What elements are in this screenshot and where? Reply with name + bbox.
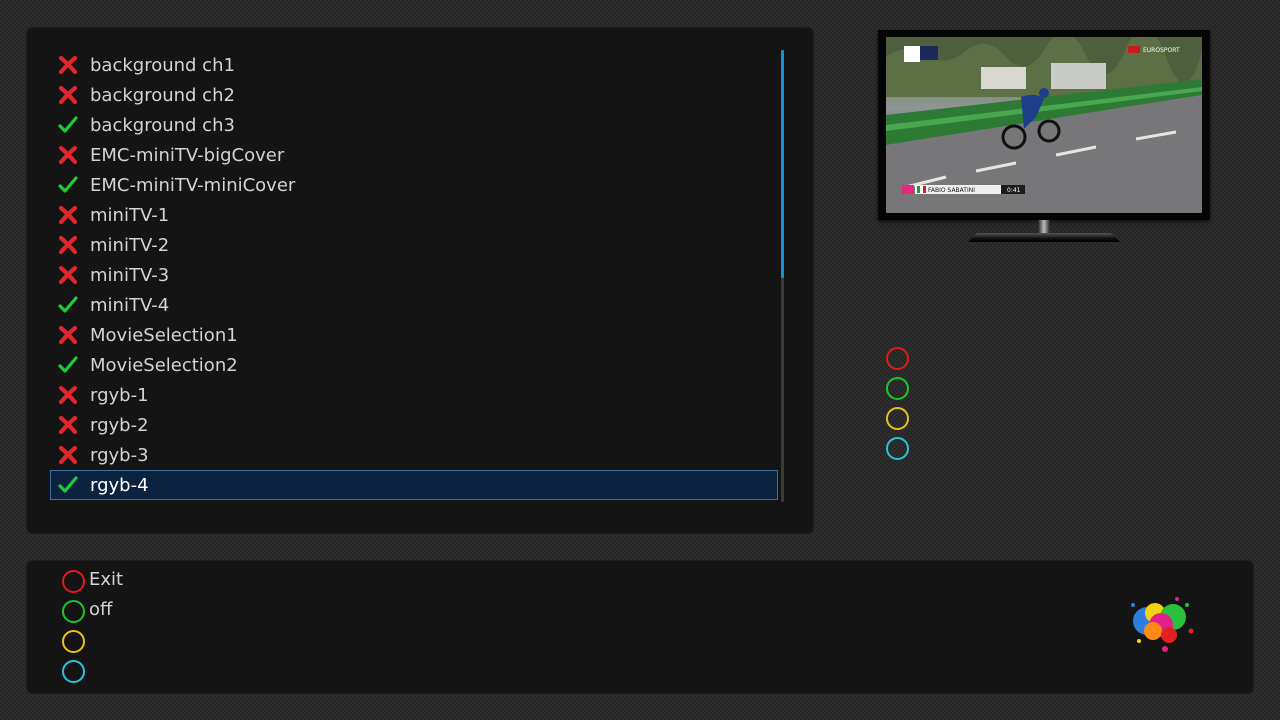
skin-list-item[interactable]: miniTV-4 xyxy=(50,290,778,320)
cross-icon xyxy=(57,54,79,76)
blue-key-icon[interactable] xyxy=(886,437,909,460)
red-key-icon[interactable] xyxy=(886,347,909,370)
yellow-button-icon xyxy=(62,629,85,653)
cross-icon xyxy=(57,384,79,406)
yellow-key-icon[interactable] xyxy=(886,407,909,430)
red-button[interactable]: Exit xyxy=(62,569,123,593)
check-icon xyxy=(57,114,79,136)
cross-icon xyxy=(57,204,79,226)
cross-icon xyxy=(57,84,79,106)
tv-stand-neck xyxy=(1038,220,1050,234)
skin-list-item[interactable]: background ch1 xyxy=(50,50,778,80)
cross-icon xyxy=(57,264,79,286)
skin-item-label: MovieSelection1 xyxy=(90,324,238,346)
green-button-icon xyxy=(62,599,85,623)
side-color-keys xyxy=(886,347,912,467)
skin-list-item[interactable]: rgyb-1 xyxy=(50,380,778,410)
green-key-icon[interactable] xyxy=(886,377,909,400)
list-scrollbar[interactable] xyxy=(781,50,784,502)
red-button-icon xyxy=(62,569,85,593)
check-icon xyxy=(57,294,79,316)
tv-frame: EUROSPORT FABIO SABATINI 0:41 xyxy=(878,30,1210,220)
cross-icon xyxy=(57,444,79,466)
tv-rider-name: FABIO SABATINI xyxy=(928,187,975,194)
cross-icon xyxy=(57,144,79,166)
blue-button[interactable] xyxy=(62,659,89,683)
skin-list[interactable]: background ch1 background ch2 background c… xyxy=(50,50,778,500)
skin-item-label: background ch1 xyxy=(90,54,235,76)
skin-item-label: background ch3 xyxy=(90,114,235,136)
skin-item-label: miniTV-1 xyxy=(90,204,170,226)
check-icon xyxy=(57,174,79,196)
skin-list-item[interactable]: background ch2 xyxy=(50,80,778,110)
skin-item-label: EMC-miniTV-miniCover xyxy=(90,174,296,196)
yellow-button[interactable] xyxy=(62,629,89,653)
skin-item-label: rgyb-4 xyxy=(90,474,149,496)
tv-channel-logo: EUROSPORT xyxy=(1143,47,1180,54)
check-icon xyxy=(57,474,79,496)
tv-screen: EUROSPORT FABIO SABATINI 0:41 xyxy=(886,37,1202,213)
check-icon xyxy=(57,354,79,376)
skin-list-item[interactable]: miniTV-1 xyxy=(50,200,778,230)
tv-timer: 0:41 xyxy=(1007,187,1021,194)
skin-item-label: miniTV-4 xyxy=(90,294,170,316)
skin-item-label: rgyb-3 xyxy=(90,444,149,466)
skin-item-label: miniTV-2 xyxy=(90,234,170,256)
skin-list-item[interactable]: rgyb-2 xyxy=(50,410,778,440)
button-panel: Exit off xyxy=(27,561,1253,693)
green-button[interactable]: off xyxy=(62,599,112,623)
tv-video-image: EUROSPORT FABIO SABATINI 0:41 xyxy=(886,37,1202,213)
green-button-label: off xyxy=(89,598,113,620)
skin-list-item[interactable]: miniTV-3 xyxy=(50,260,778,290)
red-button-label: Exit xyxy=(89,568,124,590)
skin-list-item[interactable]: background ch3 xyxy=(50,110,778,140)
skin-list-item[interactable]: MovieSelection1 xyxy=(50,320,778,350)
skin-list-item[interactable]: miniTV-2 xyxy=(50,230,778,260)
blue-button-icon xyxy=(62,659,85,683)
skin-list-panel: background ch1 background ch2 background c… xyxy=(27,28,813,533)
skin-list-item[interactable]: EMC-miniTV-miniCover xyxy=(50,170,778,200)
skin-item-label: EMC-miniTV-bigCover xyxy=(90,144,285,166)
tv-preview: EUROSPORT FABIO SABATINI 0:41 xyxy=(878,30,1210,244)
cross-icon xyxy=(57,324,79,346)
list-scrollbar-thumb[interactable] xyxy=(781,50,784,278)
skin-list-item[interactable]: rgyb-4 xyxy=(50,470,778,500)
tv-stand-base xyxy=(968,233,1120,242)
skin-list-item[interactable]: EMC-miniTV-bigCover xyxy=(50,140,778,170)
skin-item-label: rgyb-1 xyxy=(90,384,149,406)
skin-item-label: rgyb-2 xyxy=(90,414,149,436)
skin-list-item[interactable]: MovieSelection2 xyxy=(50,350,778,380)
skin-list-item[interactable]: rgyb-3 xyxy=(50,440,778,470)
cross-icon xyxy=(57,234,79,256)
paint-splash-logo-icon xyxy=(1131,597,1194,652)
skin-item-label: miniTV-3 xyxy=(90,264,170,286)
skin-item-label: MovieSelection2 xyxy=(90,354,238,376)
skin-item-label: background ch2 xyxy=(90,84,235,106)
cross-icon xyxy=(57,414,79,436)
